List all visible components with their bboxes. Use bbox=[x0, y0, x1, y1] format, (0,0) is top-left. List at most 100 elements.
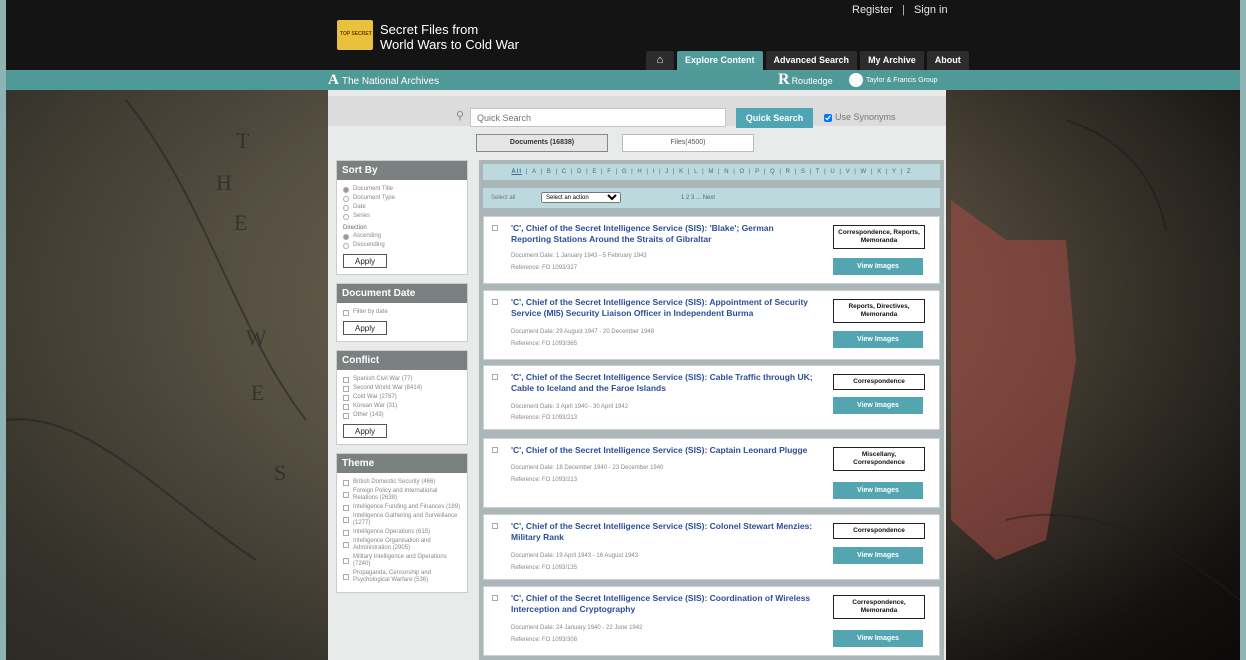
result-checkbox[interactable] bbox=[492, 225, 498, 231]
action-select[interactable]: Select an action bbox=[541, 192, 621, 203]
nav-explore-content[interactable]: Explore Content bbox=[677, 51, 763, 70]
result-checkbox[interactable] bbox=[492, 447, 498, 453]
svg-text:E: E bbox=[251, 380, 264, 405]
result-title-link[interactable]: 'C', Chief of the Secret Intelligence Se… bbox=[511, 593, 816, 615]
theme-item[interactable]: Foreign Policy and International Relatio… bbox=[343, 488, 461, 502]
select-all-checkbox[interactable]: Select all bbox=[491, 195, 515, 201]
alphabet-letter-link[interactable]: F bbox=[607, 169, 612, 175]
alphabet-letter-link[interactable]: D bbox=[577, 169, 582, 175]
theme-panel: Theme British Domestic Security (466) Fo… bbox=[336, 453, 468, 593]
alphabet-letter-link[interactable]: O bbox=[739, 169, 745, 175]
view-images-button[interactable]: View Images bbox=[833, 397, 923, 414]
synonyms-check[interactable] bbox=[824, 113, 832, 122]
alphabet-letter-link[interactable]: J bbox=[665, 169, 669, 175]
quick-search-button[interactable]: Quick Search bbox=[736, 108, 813, 128]
sort-apply-button[interactable]: Apply bbox=[343, 254, 387, 268]
alphabet-letter-link[interactable]: C bbox=[562, 169, 567, 175]
tab-files[interactable]: Files(4500) bbox=[622, 134, 754, 152]
alphabet-letter-link[interactable]: A bbox=[532, 169, 537, 175]
alphabet-letter-link[interactable]: E bbox=[592, 169, 597, 175]
date-apply-button[interactable]: Apply bbox=[343, 321, 387, 335]
result-checkbox[interactable] bbox=[492, 299, 498, 305]
alphabet-letter-link[interactable]: H bbox=[637, 169, 642, 175]
partner-bar: A The National Archives R Routledge Taylor… bbox=[6, 70, 1240, 90]
direction-descending[interactable]: Descending bbox=[343, 242, 461, 249]
conflict-cold-war[interactable]: Cold War (2787) bbox=[343, 394, 461, 401]
nav-my-archive[interactable]: My Archive bbox=[860, 51, 924, 70]
alphabet-letter-link[interactable]: P bbox=[755, 169, 760, 175]
alphabet-letter-link[interactable]: K bbox=[679, 169, 684, 175]
sort-option-type[interactable]: Document Type bbox=[343, 195, 461, 202]
alphabet-letter-link[interactable]: Z bbox=[907, 169, 912, 175]
theme-item[interactable]: Intelligence Funding and Finances (189) bbox=[343, 504, 461, 511]
taylor-francis-logo[interactable]: Taylor & Francis Group bbox=[849, 73, 938, 87]
national-archives-logo[interactable]: A The National Archives bbox=[328, 72, 439, 89]
register-link[interactable]: Register bbox=[852, 4, 893, 16]
alphabet-letter-link[interactable]: V bbox=[846, 169, 851, 175]
nav-advanced-search[interactable]: Advanced Search bbox=[765, 51, 858, 70]
view-images-button[interactable]: View Images bbox=[833, 482, 923, 499]
result-title-link[interactable]: 'C', Chief of the Secret Intelligence Se… bbox=[511, 445, 816, 456]
alphabet-letter-link[interactable]: W bbox=[860, 169, 867, 175]
alphabet-letter-link[interactable]: I bbox=[653, 169, 656, 175]
use-synonyms-checkbox[interactable]: Use Synonyms bbox=[824, 112, 896, 122]
result-checkbox[interactable] bbox=[492, 374, 498, 380]
conflict-apply-button[interactable]: Apply bbox=[343, 424, 387, 438]
signin-link[interactable]: Sign in bbox=[914, 4, 948, 16]
sort-option-date[interactable]: Date bbox=[343, 204, 461, 211]
site-title[interactable]: Secret Files from World Wars to Cold War bbox=[380, 22, 530, 52]
result-card: 'C', Chief of the Secret Intelligence Se… bbox=[483, 514, 940, 580]
tab-documents[interactable]: Documents (16838) bbox=[476, 134, 608, 152]
result-checkbox[interactable] bbox=[492, 595, 498, 601]
pagination[interactable]: 1 2 3 ... Next bbox=[681, 195, 715, 201]
document-date-panel: Document Date Filter by date Apply bbox=[336, 283, 468, 342]
alphabet-letter-link[interactable]: Q bbox=[770, 169, 776, 175]
site-title-line1: Secret Files from bbox=[380, 22, 479, 37]
alphabet-letter-link[interactable]: U bbox=[830, 169, 835, 175]
tna-label: The National Archives bbox=[341, 76, 440, 87]
routledge-logo[interactable]: R Routledge bbox=[778, 71, 833, 89]
direction-ascending[interactable]: Ascending bbox=[343, 233, 461, 240]
alphabet-letter-link[interactable]: S bbox=[801, 169, 806, 175]
result-date: Document Date: 18 December 1940 - 23 Dec… bbox=[511, 465, 664, 471]
view-images-button[interactable]: View Images bbox=[833, 547, 923, 564]
top-header: TOP SECRET Secret Files from World Wars … bbox=[6, 0, 1240, 70]
result-title-link[interactable]: 'C', Chief of the Secret Intelligence Se… bbox=[511, 521, 816, 543]
result-title-link[interactable]: 'C', Chief of the Secret Intelligence Se… bbox=[511, 297, 816, 319]
conflict-panel: Conflict Spanish Civil War (77) Second W… bbox=[336, 350, 468, 445]
sort-option-series[interactable]: Series bbox=[343, 213, 461, 220]
alphabet-letter-link[interactable]: X bbox=[877, 169, 882, 175]
quick-search-input[interactable] bbox=[470, 108, 726, 127]
conflict-spanish-civil-war[interactable]: Spanish Civil War (77) bbox=[343, 376, 461, 383]
conflict-second-world-war[interactable]: Second World War (8414) bbox=[343, 385, 461, 392]
sort-panel: Sort By Document Title Document Type Dat… bbox=[336, 160, 468, 275]
alphabet-letter-link[interactable]: N bbox=[724, 169, 729, 175]
theme-item[interactable]: British Domestic Security (466) bbox=[343, 479, 461, 486]
alphabet-letter-link[interactable]: B bbox=[547, 169, 552, 175]
sort-option-title[interactable]: Document Title bbox=[343, 186, 461, 193]
view-images-button[interactable]: View Images bbox=[833, 331, 923, 348]
theme-item[interactable]: Intelligence Organisation and Administra… bbox=[343, 538, 461, 552]
alphabet-letter-link[interactable]: Y bbox=[892, 169, 897, 175]
alphabet-letter-link[interactable]: M bbox=[708, 169, 714, 175]
theme-item[interactable]: Military Intelligence and Operations (72… bbox=[343, 554, 461, 568]
alphabet-letter-link[interactable]: L bbox=[694, 169, 698, 175]
result-title-link[interactable]: 'C', Chief of the Secret Intelligence Se… bbox=[511, 223, 816, 245]
result-checkbox[interactable] bbox=[492, 523, 498, 529]
home-icon[interactable]: ⌂ bbox=[646, 51, 674, 70]
view-images-button[interactable]: View Images bbox=[833, 630, 923, 647]
alphabet-letter-link[interactable]: T bbox=[816, 169, 821, 175]
theme-item[interactable]: Intelligence Gathering and Surveillance … bbox=[343, 513, 461, 527]
alphabet-letter-link[interactable]: G bbox=[622, 169, 628, 175]
top-secret-folder-icon[interactable]: TOP SECRET bbox=[337, 20, 373, 50]
view-images-button[interactable]: View Images bbox=[833, 258, 923, 275]
alphabet-all-link[interactable]: All bbox=[511, 169, 522, 175]
theme-item[interactable]: Intelligence Operations (615) bbox=[343, 529, 461, 536]
filter-by-date-checkbox[interactable]: Filter by date bbox=[343, 309, 461, 316]
conflict-other[interactable]: Other (143) bbox=[343, 412, 461, 419]
nav-about[interactable]: About bbox=[926, 51, 969, 70]
theme-item[interactable]: Propaganda, Censorship and Psychological… bbox=[343, 570, 461, 584]
alphabet-letter-link[interactable]: R bbox=[786, 169, 791, 175]
conflict-korean-war[interactable]: Korean War (31) bbox=[343, 403, 461, 410]
result-title-link[interactable]: 'C', Chief of the Secret Intelligence Se… bbox=[511, 372, 816, 394]
